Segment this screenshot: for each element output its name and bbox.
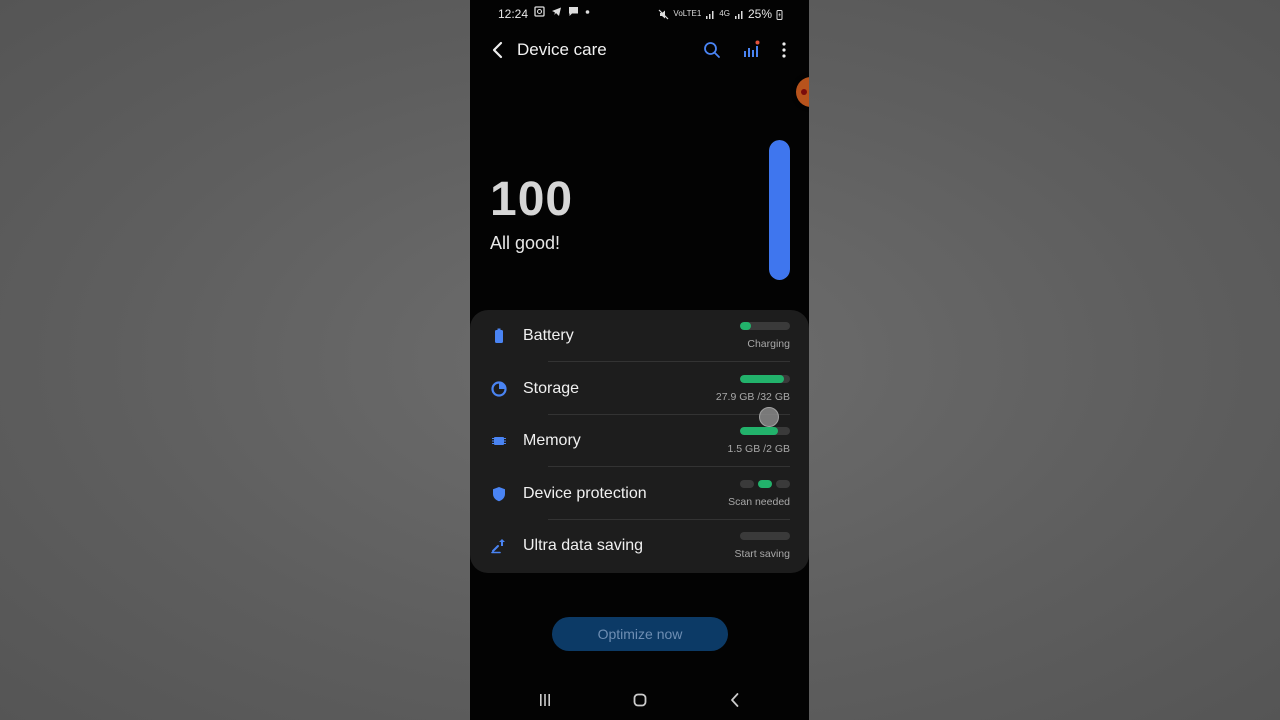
recents-icon[interactable] [533,688,557,712]
floating-bubble[interactable] [796,77,809,107]
optimize-now-button[interactable]: Optimize now [552,617,728,651]
row-memory[interactable]: Memory 1.5 GB /2 GB [470,415,809,467]
nav-back-icon[interactable] [723,688,747,712]
status-dot [740,479,754,488]
progress-bar [740,374,790,383]
shield-icon [490,485,508,503]
row-ultra-data-saving[interactable]: Ultra data saving Start saving [470,520,809,572]
status-time: 12:24 [498,7,529,21]
memory-icon [490,432,508,450]
status-dots [740,479,790,488]
notification-icons [534,6,590,20]
status-right: VoLTE1 4G 25% [658,7,783,21]
telegram-icon [552,7,562,16]
progress-fill [740,427,778,435]
row-label: Memory [523,432,581,449]
signal-icon [706,11,714,19]
signal-icon-2 [734,11,743,19]
device-care-card: Battery Charging Storage 27.9 GB /32 GB Memo… [470,310,809,573]
row-status: 1.5 GB /2 GB [727,443,790,455]
gallery-icon [534,6,545,17]
navigation-bar [470,680,809,720]
volte-icon: VoLTE1 [673,9,702,18]
row-status: Charging [747,338,790,350]
row-label: Storage [523,379,580,397]
row-device-protection[interactable]: Device protection Scan needed [470,468,809,520]
row-battery[interactable]: Battery Charging [470,310,809,362]
page-title: Device care [517,40,607,59]
status-bar: 12:24 VoLTE1 4G 25% [470,0,809,28]
progress-bar [740,322,790,330]
stats-icon[interactable] [739,38,763,62]
phone-screen: 12:24 VoLTE1 4G 25% Device care 100 All … [470,0,809,720]
back-icon[interactable] [486,38,510,62]
message-icon [569,7,579,16]
row-storage[interactable]: Storage 27.9 GB /32 GB [470,363,809,415]
row-status: Scan needed [728,495,790,508]
progress-fill [740,374,784,383]
4g-icon: 4G [719,9,730,18]
score-status: All good! [490,233,561,253]
battery-icon [490,327,508,345]
search-icon[interactable] [700,38,724,62]
score-bar-fill [769,140,790,280]
row-label: Device protection [523,484,647,502]
dot-icon [585,10,590,14]
mute-icon [658,9,669,19]
row-status: 27.9 GB /32 GB [715,390,790,403]
status-dot [776,479,790,488]
row-status: Start saving [734,548,790,560]
progress-fill [740,322,751,330]
home-icon[interactable] [628,688,652,712]
status-dot [758,479,772,488]
row-label: Ultra data saving [523,537,644,554]
progress-bar [740,427,790,435]
data-saving-icon [490,537,508,555]
score-value: 100 [490,173,574,226]
battery-percent: 25% [747,7,772,21]
more-icon[interactable] [772,38,796,62]
app-bar: Device care [470,30,809,70]
score-bar [769,140,790,280]
touch-indicator [759,407,779,427]
storage-icon [490,380,508,398]
progress-bar [740,532,790,540]
row-label: Battery [523,327,574,344]
battery-charging-icon [776,9,783,20]
